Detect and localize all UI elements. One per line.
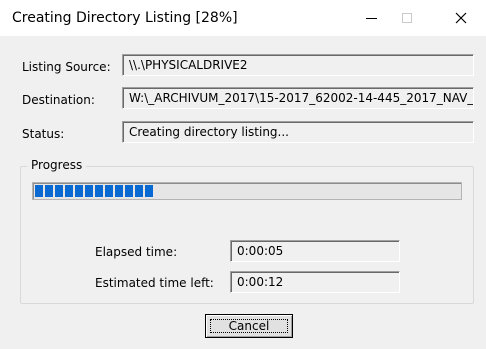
progress-segment — [95, 185, 103, 197]
title-bar[interactable]: Creating Directory Listing [28%] — [0, 0, 486, 36]
cancel-button-label: Cancel — [228, 319, 270, 333]
close-icon — [455, 12, 467, 24]
maximize-icon — [402, 13, 412, 23]
status-label: Status: — [22, 127, 65, 141]
progress-segment — [55, 185, 63, 197]
elapsed-time-label: Elapsed time: — [95, 245, 178, 259]
destination-field: W:\_ARCHIVUM_2017\15-2017_62002-14-445_2… — [122, 87, 474, 109]
progress-segment — [145, 185, 153, 197]
progress-segment — [35, 185, 43, 197]
progress-segment — [75, 185, 83, 197]
progress-segment — [45, 185, 53, 197]
progress-segment — [105, 185, 113, 197]
progress-segment — [85, 185, 93, 197]
progress-bar-fill — [35, 185, 153, 197]
minimize-icon — [365, 17, 377, 19]
listing-source-field: \\.\PHYSICALDRIVE2 — [122, 54, 474, 76]
progress-segment — [65, 185, 73, 197]
estimated-time-left-field: 0:00:12 — [230, 271, 400, 293]
maximize-button — [384, 0, 430, 36]
elapsed-time-field: 0:00:05 — [230, 240, 400, 262]
progress-segment — [125, 185, 133, 197]
progress-dialog: Creating Directory Listing [28%] Listing… — [0, 0, 486, 349]
progress-segment — [135, 185, 143, 197]
status-field: Creating directory listing... — [122, 121, 474, 143]
progress-group-label: Progress — [27, 158, 87, 172]
window-title: Creating Directory Listing [28%] — [12, 10, 238, 26]
cancel-button[interactable]: Cancel — [205, 314, 293, 338]
listing-source-label: Listing Source: — [22, 60, 111, 74]
progress-bar — [32, 182, 462, 200]
destination-label: Destination: — [22, 93, 95, 107]
estimated-time-left-label: Estimated time left: — [95, 276, 214, 290]
close-button[interactable] — [438, 0, 484, 36]
progress-segment — [115, 185, 123, 197]
